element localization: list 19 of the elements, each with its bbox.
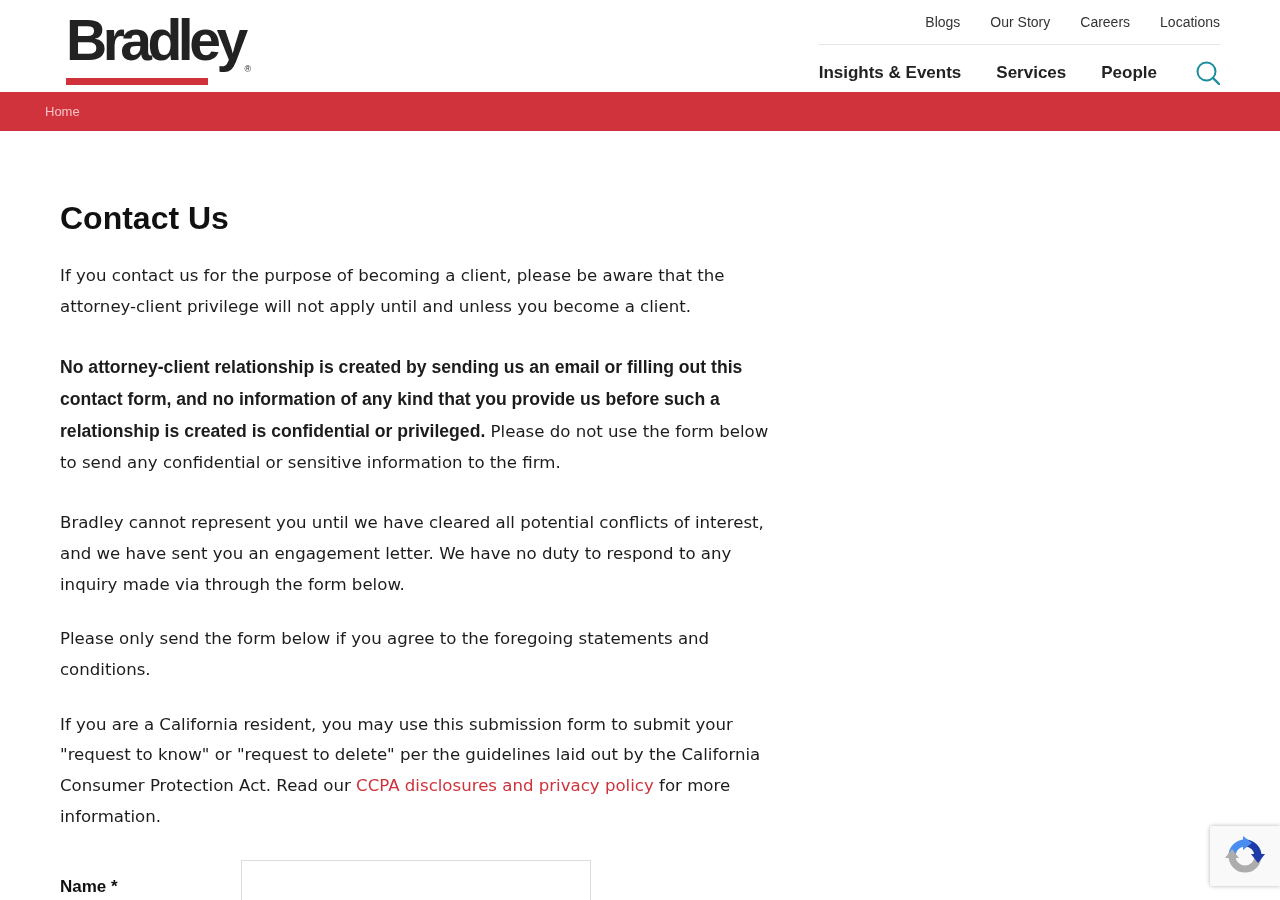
- paragraph: If you contact us for the purpose of becoming a client, please be aware that the attorney-client privilege will not apply until and unless you become a client.: [60, 265, 726, 318]
- paragraph: Bradley cannot represent you until we have cleared all potential conflicts of interest, and we have sent you an engagement letter. We have no duty to respond to any inquiry made via through the form below.: [60, 512, 765, 596]
- policy-link[interactable]: CCPA disclosures and privacy policy: [356, 776, 654, 796]
- nav-link[interactable]: People: [1101, 62, 1157, 84]
- paragraph: No attorney-client relationship is created by sending us an email or filling out this contact form, and no information of any kind that you provide us before such a relationship is created is confidential or privileged. Please do not use the form below to send any confidential or sensitive information to the firm.: [60, 356, 770, 474]
- nav-link[interactable]: Insights & Events: [818, 62, 962, 84]
- input-field[interactable]: [241, 859, 591, 900]
- page-title: Contact Us: [60, 199, 230, 237]
- paragraph: Please only send the form below if you agree to the foregoing statements and conditions.: [60, 628, 711, 682]
- paragraph: If you are a California resident, you may use this submission form to submit your "request to know" or "request to delete" per the guidelines laid out by the California Consumer Protection Act. Read our CCPA disclosures and privacy policy for more information.: [60, 713, 762, 828]
- field-label: Name *: [60, 875, 119, 897]
- nav-link[interactable]: Our Story: [990, 14, 1051, 31]
- nav-link[interactable]: Services: [996, 62, 1067, 84]
- circular-arrows-icon: [1210, 826, 1280, 886]
- nav-link[interactable]: Blogs: [925, 14, 961, 31]
- nav-link[interactable]: Careers: [1080, 14, 1131, 31]
- logo[interactable]: Bradley$_{®}$: [66, 16, 252, 85]
- nav-link[interactable]: Locations: [1160, 14, 1220, 31]
- search-icon[interactable]: [1196, 61, 1220, 85]
